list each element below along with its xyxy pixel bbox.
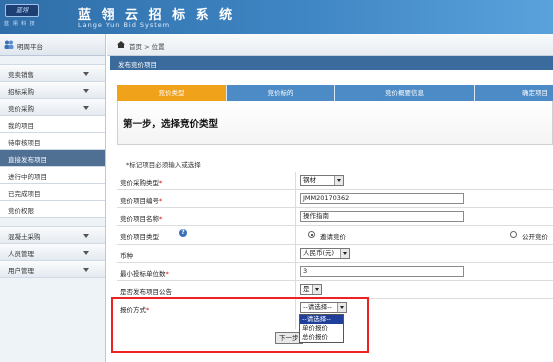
sidebar-item-in-progress[interactable]: 进行中的项目	[0, 167, 105, 184]
sidebar-item-staff-management[interactable]: 人员管理	[0, 244, 105, 261]
form-row-min-bidders: 最小投标单位数* 3	[117, 263, 553, 281]
field-label: 竞价采购类型*	[120, 179, 163, 187]
purchase-type-select[interactable]: 钢材	[300, 175, 344, 186]
chevron-down-icon	[83, 72, 89, 76]
form-row-project-name: 竞价项目名称* 操作指南	[117, 208, 553, 226]
sidebar-item-bid-permissions[interactable]: 竞价权限	[0, 201, 105, 218]
sidebar-spacer	[0, 56, 105, 65]
field-value-cell: 人民币(元)	[295, 245, 553, 263]
chevron-down-icon	[83, 89, 89, 93]
panel-title: 发布竞价项目	[118, 61, 157, 69]
form-row-purchase-type: 竞价采购类型* 钢材	[117, 172, 553, 190]
system-subtitle: Lange Yun Bid System	[78, 21, 171, 29]
min-bidders-field[interactable]: 3	[300, 266, 464, 277]
chevron-down-icon	[83, 268, 89, 272]
invite-bid-label: 邀请竞价	[320, 233, 346, 241]
sidebar-item-tender-purchase[interactable]: 招标采购	[0, 82, 105, 99]
sidebar-item-pending-review[interactable]: 待审核项目	[0, 133, 105, 150]
project-number-field[interactable]: JMM20170362	[300, 193, 464, 204]
form-row-currency: 币种 人民币(元)	[117, 245, 553, 263]
sidebar-item-label: 待审核项目	[8, 139, 41, 147]
sidebar-item-label: 用户管理	[8, 267, 34, 275]
chevron-down-icon	[83, 251, 89, 255]
users-icon	[4, 40, 14, 49]
sidebar-item-completed[interactable]: 已完成项目	[0, 184, 105, 201]
announce-select[interactable]: 是	[300, 284, 322, 295]
project-name-field[interactable]: 操作指南	[300, 211, 464, 222]
sidebar-item-label: 竞卖销售	[8, 71, 34, 79]
sidebar-item-label: 竞价权限	[8, 207, 34, 215]
sidebar-item-label: 竞价采购	[8, 105, 34, 113]
sidebar-item-label: 进行中的项目	[8, 173, 47, 181]
header-banner: 蓝翎 蓝 翎 科 技 蓝 翎 云 招 标 系 统 Lange Yun Bid S…	[0, 0, 553, 34]
sidebar-item-label: 混凝土采购	[8, 233, 41, 241]
invite-bid-radio[interactable]	[308, 231, 315, 238]
tab-bid-subject[interactable]: 竞价标的	[227, 85, 335, 101]
field-label: 币种	[120, 252, 133, 260]
currency-select[interactable]: 人民币(元)	[300, 248, 350, 259]
field-label: 竞价项目名称*	[120, 215, 163, 223]
sidebar-item-bid-purchase[interactable]: 竞价采购	[0, 99, 105, 116]
logo: 蓝翎	[5, 4, 39, 17]
public-bid-label: 公开竞价	[522, 233, 548, 241]
breadcrumb-text[interactable]: 首页 > 位置	[129, 41, 165, 51]
field-label: 竞价项目类型	[120, 233, 159, 241]
logo-subtext: 蓝 翎 科 技	[4, 21, 36, 27]
step-heading-box: 第一步，选择竞价类型	[117, 101, 553, 145]
sidebar-item-concrete-purchase[interactable]: 混凝土采购	[0, 227, 105, 244]
sidebar-item-auction-sales[interactable]: 竞卖销售	[0, 65, 105, 82]
chevron-down-icon	[312, 285, 321, 294]
sidebar-item-label: 直接发布项目	[8, 156, 47, 164]
tab-bid-type[interactable]: 竞价类型	[117, 85, 227, 101]
field-value-cell: 邀请竞价 公开竞价	[295, 226, 553, 244]
chevron-down-icon	[334, 176, 343, 185]
field-value-cell: 钢材	[295, 172, 553, 190]
select-value: 钢材	[303, 176, 316, 184]
sidebar-header: 明周平台	[0, 34, 105, 56]
field-value-cell: 操作指南	[295, 208, 553, 226]
field-value-cell: JMM20170362	[295, 190, 553, 208]
sidebar-item-label: 我的项目	[8, 122, 34, 130]
sidebar: 明周平台 竞卖销售 招标采购 竞价采购 我的项目 待审核项目 直接发布项目 进行…	[0, 34, 106, 362]
step-heading: 第一步，选择竞价类型	[123, 119, 219, 130]
sidebar-item-my-projects[interactable]: 我的项目	[0, 116, 105, 133]
field-value-cell: 3	[295, 263, 553, 281]
step-tabs: 竞价类型 竞价标的 竞价概要信息 确定项目	[117, 85, 553, 101]
sidebar-item-label: 招标采购	[8, 88, 34, 96]
sidebar-item-label: 已完成项目	[8, 190, 41, 198]
chevron-down-icon	[83, 106, 89, 110]
home-icon[interactable]	[117, 41, 125, 48]
field-label: 是否发布项目公告	[120, 288, 172, 296]
chevron-down-icon	[83, 234, 89, 238]
panel-title-bar: 发布竞价项目	[110, 56, 553, 70]
select-value: 是	[303, 285, 310, 293]
required-note: *标记项目必须输入或选择	[126, 161, 201, 169]
breadcrumb: 首页 > 位置	[107, 34, 553, 56]
tab-confirm-project[interactable]: 确定项目	[475, 85, 553, 101]
form-row-project-no: 竞价项目编号* JMM20170362	[117, 190, 553, 208]
highlight-annotation-box	[111, 297, 369, 353]
help-icon[interactable]: ?	[179, 229, 187, 237]
field-label: 最小投标单位数*	[120, 270, 169, 278]
sidebar-item-user-management[interactable]: 用户管理	[0, 261, 105, 278]
sidebar-spacer	[0, 218, 105, 227]
chevron-down-icon	[340, 249, 349, 258]
public-bid-radio[interactable]	[510, 231, 517, 238]
tab-bid-summary[interactable]: 竞价概要信息	[335, 85, 475, 101]
sidebar-header-label: 明周平台	[17, 43, 43, 51]
select-value: 人民币(元)	[303, 249, 335, 257]
sidebar-item-direct-publish[interactable]: 直接发布项目	[0, 150, 105, 167]
form-row-project-type: 竞价项目类型 ? 邀请竞价 公开竞价	[117, 226, 553, 245]
field-label: 竞价项目编号*	[120, 197, 163, 205]
logo-text: 蓝翎	[15, 7, 28, 14]
sidebar-item-label: 人员管理	[8, 250, 34, 258]
